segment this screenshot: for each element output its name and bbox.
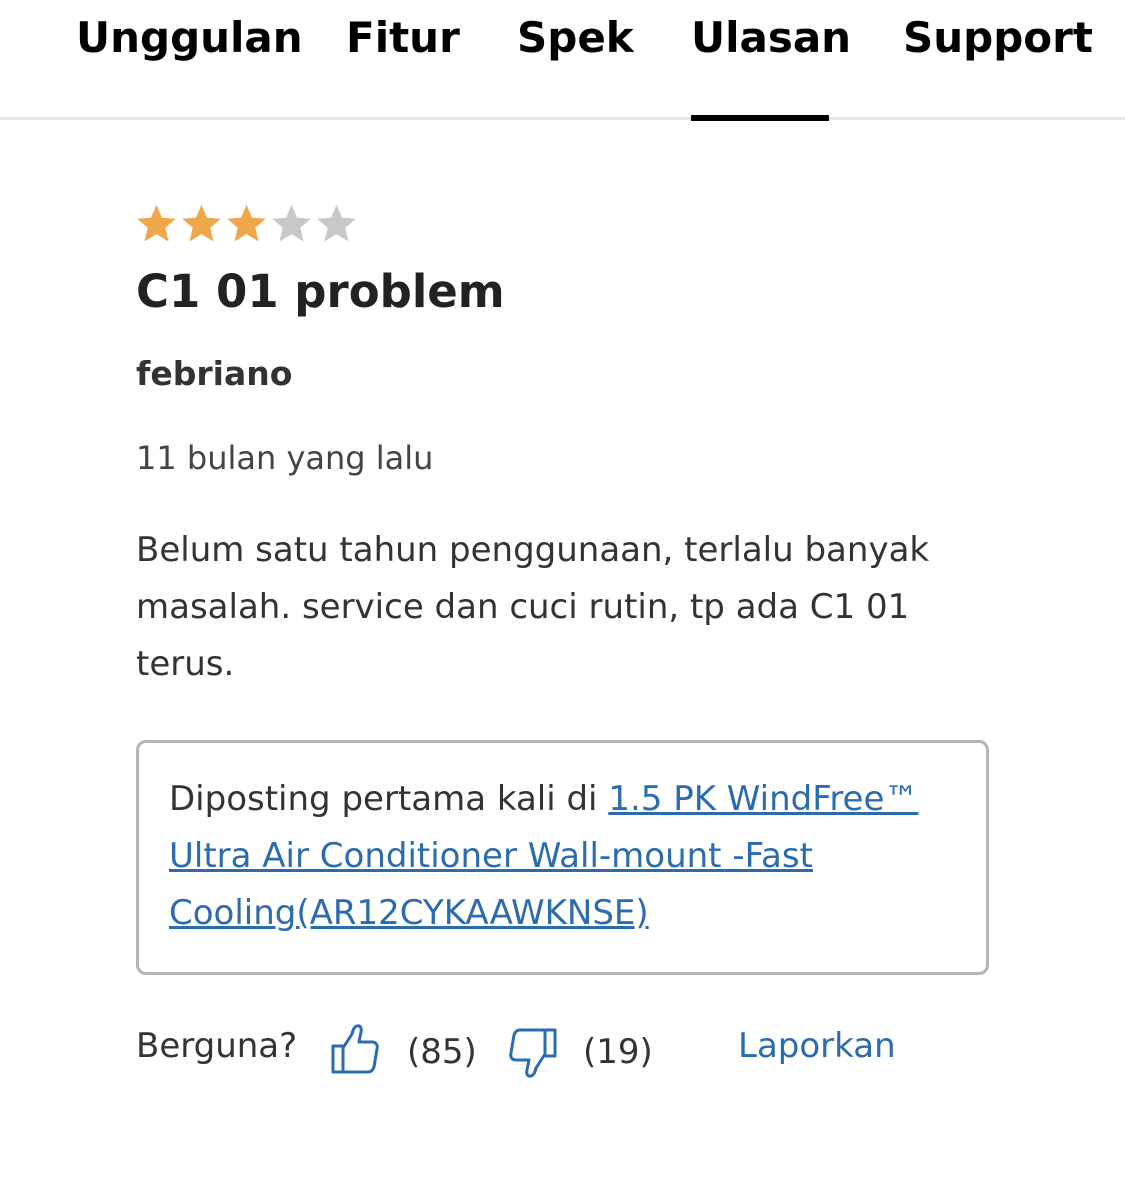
star-icon (137, 204, 176, 242)
report-link[interactable]: Laporkan (738, 1022, 896, 1070)
star-rating (134, 200, 359, 250)
thumbs-up-icon[interactable] (330, 1022, 380, 1078)
origin-prefix: Diposting pertama kali di (169, 779, 609, 819)
tab-ulasan[interactable]: Ulasan (691, 12, 851, 64)
helpful-yes-count: (85) (407, 1032, 477, 1072)
star-icon (227, 204, 266, 242)
tab-spek[interactable]: Spek (517, 12, 634, 64)
helpful-no-count: (19) (583, 1032, 653, 1072)
review-body: Belum satu tahun penggunaan, terlalu ban… (136, 530, 930, 684)
tab-bar: Unggulan Fitur Spek Ulasan Support (0, 0, 1125, 121)
review-title: C1 01 problem (136, 265, 505, 318)
review-author: febriano (136, 354, 293, 393)
thumbs-down-icon[interactable] (508, 1026, 558, 1082)
helpful-label: Berguna? (136, 1026, 298, 1066)
star-icon (317, 204, 356, 242)
star-icon (272, 204, 311, 242)
active-tab-indicator (691, 115, 829, 121)
origin-text: Diposting pertama kali di 1.5 PK WindFre… (169, 771, 956, 942)
helpful-row: Berguna? (85) (19) Laporkan (136, 1020, 1036, 1080)
star-icon (182, 204, 221, 242)
tab-support[interactable]: Support (903, 12, 1093, 64)
origin-box: Diposting pertama kali di 1.5 PK WindFre… (136, 740, 989, 975)
tab-fitur[interactable]: Fitur (346, 12, 460, 64)
tab-unggulan[interactable]: Unggulan (76, 12, 303, 64)
review-date: 11 bulan yang lalu (136, 439, 434, 477)
